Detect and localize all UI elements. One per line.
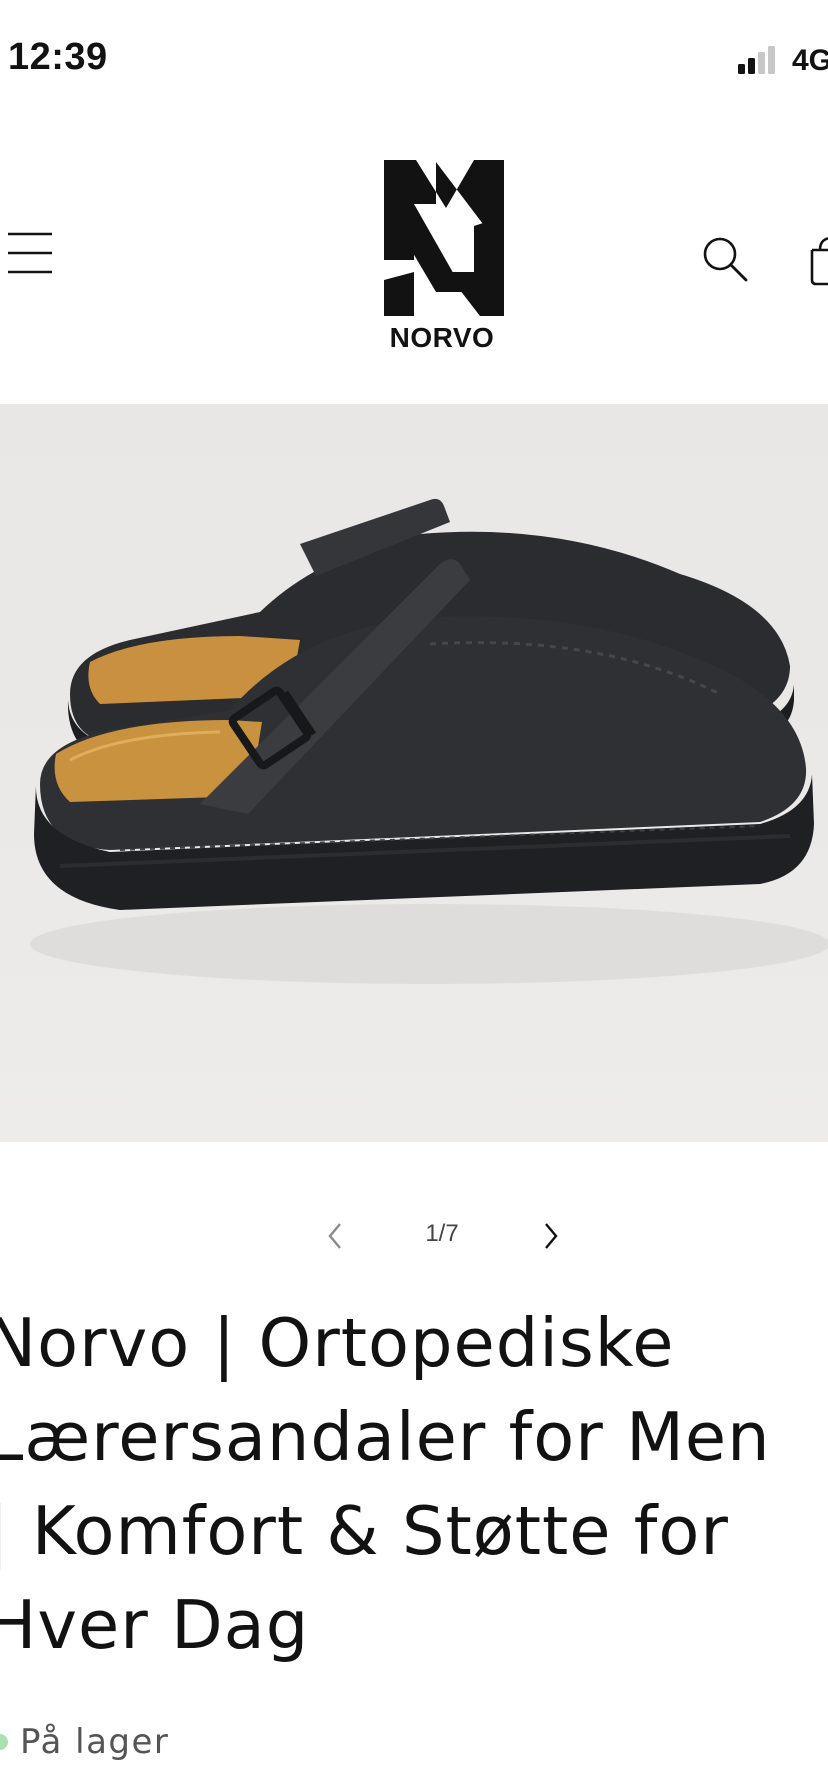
logo-wordmark: NORVO xyxy=(389,322,495,353)
chevron-left-icon[interactable] xyxy=(318,1216,352,1256)
slide-counter: 1/7 xyxy=(425,1220,459,1247)
product-title: Norvo | Ortopediske Lærersandaler for Me… xyxy=(0,1304,771,1664)
image-slider-controls: 1/7 xyxy=(0,1206,828,1266)
in-stock-indicator-icon xyxy=(0,1734,8,1750)
status-time: 12:39 xyxy=(8,36,108,78)
cellular-signal-icon xyxy=(738,46,775,74)
shoe-illustration xyxy=(30,498,828,984)
stock-status: På lager xyxy=(0,1720,400,1770)
hamburger-menu-icon[interactable] xyxy=(4,228,54,278)
search-icon[interactable] xyxy=(698,232,752,286)
chevron-right-icon[interactable] xyxy=(534,1216,568,1256)
status-bar: 12:39 4G xyxy=(0,0,828,120)
site-header: NORVO xyxy=(0,120,828,400)
product-photo[interactable] xyxy=(0,404,828,1142)
shopping-bag-icon[interactable] xyxy=(806,234,828,286)
stock-label: På lager xyxy=(20,1722,170,1762)
network-type-label: 4G xyxy=(792,44,828,77)
